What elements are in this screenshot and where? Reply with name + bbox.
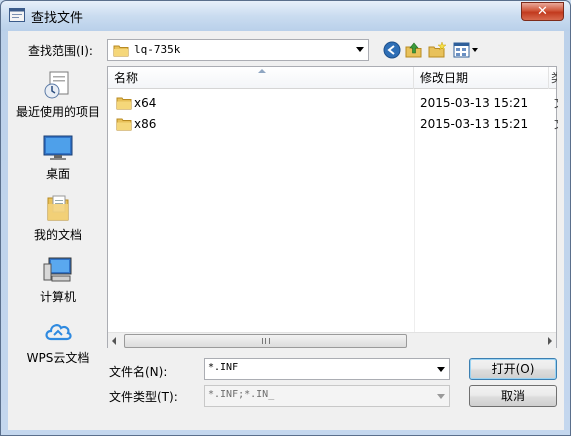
file-date: 2015-03-13 15:21 <box>420 96 529 110</box>
title-bar[interactable]: 查找文件 ✕ <box>1 1 570 31</box>
up-folder-icon[interactable] <box>405 41 423 59</box>
app-window-icon <box>9 8 25 22</box>
back-icon[interactable] <box>383 41 401 59</box>
place-desktop[interactable]: 桌面 <box>8 131 108 182</box>
filetype-combo[interactable]: *.INF;*.IN_ <box>204 385 450 407</box>
places-bar: 最近使用的项目 桌面 我的文档 计算机 WPS云文档 <box>8 67 108 367</box>
chevron-down-icon[interactable] <box>437 394 445 399</box>
file-name: x86 <box>134 117 157 131</box>
sort-ascending-icon <box>258 69 266 73</box>
find-file-dialog: 查找文件 ✕ 查找范围(I): lq-735k 最近使用的项目 桌面 我的文档 … <box>0 0 571 436</box>
place-label: 最近使用的项目 <box>15 105 100 119</box>
recent-items-icon <box>44 71 69 99</box>
place-recent-items[interactable]: 最近使用的项目 <box>8 69 108 120</box>
look-in-value: lq-735k <box>134 43 181 56</box>
new-folder-icon[interactable] <box>428 41 446 59</box>
view-menu-icon[interactable] <box>453 41 481 59</box>
file-type: 文 <box>554 114 558 134</box>
computer-icon <box>43 257 72 282</box>
look-in-combo[interactable]: lq-735k <box>107 39 369 61</box>
filetype-value: *.INF;*.IN_ <box>208 389 275 400</box>
folder-icon <box>113 45 129 57</box>
chevron-down-icon[interactable] <box>356 47 364 52</box>
open-button[interactable]: 打开(O) <box>469 358 557 380</box>
horizontal-scrollbar[interactable] <box>108 332 556 348</box>
file-row-x86[interactable]: x86 2015-03-13 15:21 文 <box>108 114 558 134</box>
folder-icon <box>116 97 132 110</box>
file-date: 2015-03-13 15:21 <box>420 117 529 131</box>
column-header-date-modified[interactable]: 修改日期 <box>414 67 549 89</box>
file-list-header: 名称 修改日期 类 <box>108 67 557 89</box>
folder-icon <box>116 118 132 131</box>
scrollbar-thumb[interactable] <box>124 334 407 348</box>
desktop-icon <box>43 135 73 160</box>
cancel-button[interactable]: 取消 <box>469 385 557 407</box>
place-wps-cloud[interactable]: WPS云文档 <box>8 315 108 366</box>
file-list[interactable]: 名称 修改日期 类 x64 2015-03-13 15:21 文 <box>107 66 558 348</box>
place-my-documents[interactable]: 我的文档 <box>8 192 108 243</box>
column-header-name[interactable]: 名称 <box>108 67 414 89</box>
place-computer[interactable]: 计算机 <box>8 254 108 305</box>
file-row-x64[interactable]: x64 2015-03-13 15:21 文 <box>108 93 558 113</box>
filetype-label: 文件类型(T): <box>109 390 178 404</box>
file-type: 文 <box>554 93 558 113</box>
scroll-right-icon[interactable] <box>548 337 552 345</box>
wps-cloud-icon <box>45 324 72 341</box>
place-label: 计算机 <box>39 290 76 304</box>
dialog-body: 查找范围(I): lq-735k 最近使用的项目 桌面 我的文档 计算机 WPS… <box>8 31 564 430</box>
file-name: x64 <box>134 96 157 110</box>
column-header-type[interactable]: 类 <box>549 67 557 89</box>
filename-value: *.INF <box>208 362 239 373</box>
close-button[interactable]: ✕ <box>521 2 564 21</box>
chevron-down-icon[interactable] <box>437 367 445 372</box>
filename-combo[interactable]: *.INF <box>204 358 450 380</box>
look-in-label: 查找范围(I): <box>28 44 93 58</box>
place-label: 桌面 <box>45 167 70 181</box>
place-label: WPS云文档 <box>26 351 90 365</box>
grip-icon <box>262 338 270 344</box>
scroll-left-icon[interactable] <box>112 337 116 345</box>
filename-label: 文件名(N): <box>109 365 168 379</box>
window-title: 查找文件 <box>31 11 84 26</box>
place-label: 我的文档 <box>33 228 82 242</box>
my-documents-icon <box>47 195 69 221</box>
